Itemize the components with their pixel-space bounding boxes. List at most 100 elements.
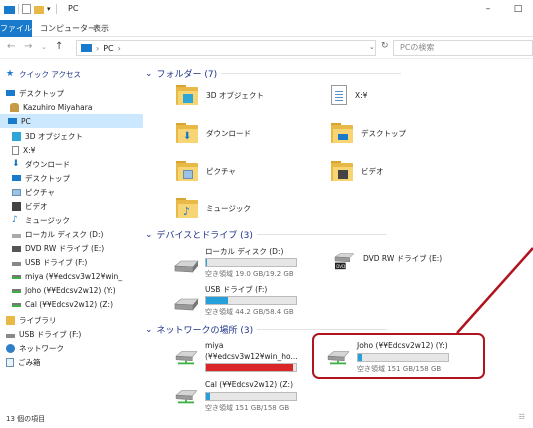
- folder-music[interactable]: ♪ ミュージック: [176, 198, 251, 218]
- address-dropdown-icon[interactable]: ⌄: [369, 43, 375, 51]
- folder-icon: [176, 85, 198, 105]
- address-bar[interactable]: › PC ›: [76, 40, 376, 56]
- maximize-button[interactable]: □: [503, 0, 533, 20]
- picture-icon: [12, 188, 21, 196]
- drive-dvd-e[interactable]: DVD DVD RW ドライブ (E:): [331, 246, 481, 280]
- sidebar-item-music[interactable]: ♪ ミュージック: [12, 213, 70, 227]
- usb-drive-icon: [6, 334, 15, 338]
- sidebar-item-pictures[interactable]: ピクチャ: [12, 185, 55, 199]
- video-icon: [12, 201, 21, 211]
- network-drive-icon: [12, 275, 21, 279]
- group-folders-header[interactable]: ⌄ フォルダー (7): [145, 67, 402, 80]
- callout-highlight-box: [312, 333, 485, 379]
- usb-drive-icon: [12, 262, 21, 266]
- desktop-icon: [12, 175, 21, 181]
- sidebar-item-downloads[interactable]: ⬇ ダウンロード: [12, 157, 70, 171]
- forward-arrow-icon[interactable]: →: [24, 41, 32, 52]
- sidebar-item-cal-z[interactable]: Cal (¥¥Edcsv2w12) (Z:): [12, 297, 113, 311]
- address-row: ← → ⌄ ↑ › PC › ⌄ ↻ PCの検索: [0, 37, 533, 59]
- sidebar-item-libraries[interactable]: ライブラリ: [6, 313, 57, 327]
- drive-usb-f[interactable]: USB ドライブ (F:) 空き領域 44.2 GB/58.4 GB: [173, 284, 313, 318]
- drive-usage-bar: [205, 258, 297, 267]
- sidebar-item-desktop[interactable]: デスクトップ: [6, 86, 64, 100]
- dvd-drive-icon: DVD: [334, 253, 355, 270]
- folder-desktop[interactable]: デスクトップ: [331, 123, 406, 143]
- sidebar-item-desktop-2[interactable]: デスクトップ: [12, 171, 70, 185]
- network-drive-miya[interactable]: miya (¥¥edcsv3w12¥win_ho...: [173, 341, 313, 375]
- folder-icon: ⬇: [176, 123, 198, 143]
- desktop-icon: [6, 90, 15, 96]
- sidebar-item-network[interactable]: ネットワーク: [6, 341, 64, 355]
- folder-icon: [331, 123, 353, 143]
- back-arrow-icon[interactable]: ←: [7, 41, 15, 52]
- folder-icon: [176, 161, 198, 181]
- folder-icon: ♪: [176, 198, 198, 218]
- navigation-pane: ★ クイック アクセス デスクトップ Kazuhiro Miyahara PC …: [0, 60, 143, 410]
- chevron-down-icon: ⌄: [145, 68, 153, 79]
- folder-x-drive[interactable]: X:¥: [331, 85, 367, 105]
- minimize-button[interactable]: –: [473, 0, 503, 20]
- network-drive-icon: [175, 351, 198, 365]
- chevron-down-icon[interactable]: ▾: [47, 3, 53, 15]
- window-title: PC: [68, 4, 79, 13]
- music-icon: ♪: [12, 214, 18, 225]
- document-icon: [12, 145, 19, 155]
- folder-videos[interactable]: ビデオ: [331, 161, 384, 181]
- document-icon: [331, 85, 347, 105]
- drive-icon: [12, 234, 21, 238]
- svg-text:DVD: DVD: [336, 264, 345, 269]
- breadcrumb-pc[interactable]: PC: [103, 44, 113, 53]
- 3d-objects-icon: [12, 131, 21, 141]
- library-icon: [6, 315, 15, 325]
- folder-pictures[interactable]: ピクチャ: [176, 161, 236, 181]
- drive-local-disk-d[interactable]: ローカル ディスク (D:) 空き領域 19.0 GB/19.2 GB: [173, 246, 313, 280]
- folder-3d-objects[interactable]: 3D オブジェクト: [176, 85, 264, 105]
- sidebar-item-joho-y[interactable]: Joho (¥¥Edcsv2w12) (Y:): [12, 283, 116, 297]
- recent-chevron-icon[interactable]: ⌄: [41, 43, 47, 51]
- item-count: 13 個の項目: [6, 415, 46, 423]
- trash-icon: [6, 357, 14, 367]
- pc-icon: [8, 118, 17, 124]
- pc-window-icon: [4, 6, 15, 14]
- sidebar-item-usb-f[interactable]: USB ドライブ (F:): [12, 255, 87, 269]
- hard-drive-icon: [174, 260, 199, 273]
- group-devices-header[interactable]: ⌄ デバイスとドライブ (3): [145, 228, 387, 241]
- sidebar-item-3d-objects[interactable]: 3D オブジェクト: [12, 129, 83, 143]
- network-icon: [6, 343, 15, 353]
- network-drive-cal-z[interactable]: Cal (¥¥Edcsv2w12) (Z:) 空き領域 151 GB/158 G…: [173, 380, 313, 414]
- pc-icon: [81, 44, 92, 52]
- sidebar-item-x-drive[interactable]: X:¥: [12, 143, 35, 157]
- sidebar-item-local-disk-d[interactable]: ローカル ディスク (D:): [12, 227, 103, 241]
- drive-usage-bar: [205, 363, 297, 372]
- properties-icon[interactable]: [22, 4, 31, 14]
- user-icon: [10, 102, 19, 112]
- usb-drive-icon: [174, 298, 199, 311]
- ribbon-tabs: ファイル コンピューター 表示: [0, 20, 533, 37]
- folder-downloads[interactable]: ⬇ ダウンロード: [176, 123, 251, 143]
- drive-usage-bar: [205, 296, 297, 305]
- star-icon: ★: [6, 68, 15, 79]
- sidebar-item-recycle-bin[interactable]: ごみ箱: [6, 355, 41, 369]
- tab-file[interactable]: ファイル: [0, 20, 32, 37]
- up-arrow-icon[interactable]: ↑: [55, 41, 63, 52]
- refresh-icon[interactable]: ↻: [381, 41, 389, 51]
- sidebar-item-dvd-e[interactable]: DVD RW ドライブ (E:): [12, 241, 104, 255]
- sidebar-item-videos[interactable]: ビデオ: [12, 199, 48, 213]
- details-view-icon[interactable]: ☷: [519, 413, 525, 421]
- network-drive-icon: [12, 303, 21, 307]
- sidebar-item-user[interactable]: Kazuhiro Miyahara: [10, 100, 92, 114]
- network-drive-icon: [12, 289, 21, 293]
- sidebar-item-usb-f-2[interactable]: USB ドライブ (F:): [6, 327, 81, 341]
- tab-view[interactable]: 表示: [93, 20, 109, 37]
- title-bar: ▾ PC – □: [0, 0, 533, 20]
- sidebar-item-pc[interactable]: PC: [0, 114, 143, 128]
- search-input[interactable]: PCの検索: [393, 40, 533, 56]
- sidebar-item-miya[interactable]: miya (¥¥edcsv3w12¥win_: [12, 269, 122, 283]
- status-bar: 13 個の項目 ☷: [0, 410, 533, 428]
- chevron-down-icon: ⌄: [145, 229, 153, 240]
- drive-usage-bar: [205, 392, 297, 401]
- chevron-down-icon: ⌄: [145, 324, 153, 335]
- sidebar-item-quick-access[interactable]: ★ クイック アクセス: [6, 67, 81, 81]
- new-folder-icon[interactable]: [34, 6, 44, 14]
- tab-computer[interactable]: コンピューター: [40, 20, 96, 37]
